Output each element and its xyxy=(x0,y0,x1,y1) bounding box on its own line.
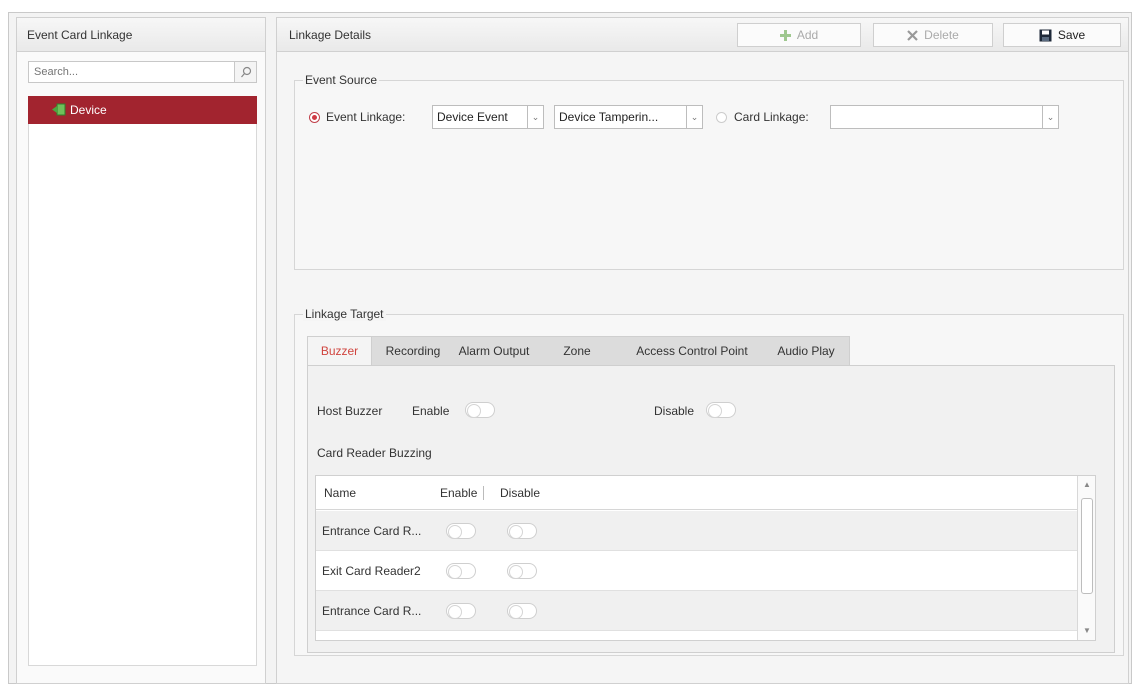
host-disable-label: Disable xyxy=(654,404,695,418)
chevron-down-icon: ⌄ xyxy=(686,106,702,128)
save-icon xyxy=(1039,29,1052,41)
chevron-down-icon: ⌄ xyxy=(527,106,543,128)
save-button[interactable]: Save xyxy=(1003,23,1121,47)
event-type-value: Device Event xyxy=(437,110,508,124)
row-disable-toggle[interactable] xyxy=(507,523,537,539)
linkage-details-panel: Linkage Details Add Delete Save Event So… xyxy=(276,17,1129,684)
left-panel-title: Event Card Linkage xyxy=(17,18,265,52)
row-disable-toggle[interactable] xyxy=(507,603,537,619)
table-header: Name Enable Disable xyxy=(316,476,1078,510)
right-panel-title: Linkage Details xyxy=(289,28,372,42)
host-enable-toggle[interactable] xyxy=(465,402,495,418)
row-enable-toggle[interactable] xyxy=(446,523,476,539)
tab-recording[interactable]: Recording xyxy=(374,337,452,366)
event-value: Device Tamperin... xyxy=(559,110,659,124)
chevron-down-icon: ⌄ xyxy=(1042,106,1058,128)
column-header-disable: Disable xyxy=(500,486,541,500)
search-icon xyxy=(240,66,251,78)
search-input[interactable] xyxy=(29,62,229,82)
save-label: Save xyxy=(1057,28,1086,42)
right-panel-header: Linkage Details Add Delete Save xyxy=(277,18,1128,52)
host-disable-toggle[interactable] xyxy=(706,402,736,418)
delete-button[interactable]: Delete xyxy=(873,23,993,47)
buzzer-tab-content: Host Buzzer Enable Disable Card Reader B… xyxy=(307,365,1115,653)
device-tree xyxy=(28,96,257,666)
delete-label: Delete xyxy=(924,28,959,42)
event-linkage-radio[interactable] xyxy=(309,112,320,123)
table-row[interactable]: Entrance Card R... xyxy=(316,511,1078,551)
row-disable-toggle[interactable] xyxy=(507,563,537,579)
table-row[interactable]: Exit Card Reader2 xyxy=(316,551,1078,591)
event-select[interactable]: Device Tamperin... ⌄ xyxy=(554,105,703,129)
linkage-target-title: Linkage Target xyxy=(303,307,386,321)
scrollbar-thumb[interactable] xyxy=(1081,498,1093,594)
host-buzzer-label: Host Buzzer xyxy=(317,404,383,418)
linkage-target-group: Linkage Target Buzzer Recording Alarm Ou… xyxy=(294,307,1124,656)
column-header-enable: Enable xyxy=(440,486,485,500)
target-tabs: Buzzer Recording Alarm Output Zone Acces… xyxy=(307,336,850,366)
card-reader-buzzing-label: Card Reader Buzzing xyxy=(317,446,432,460)
add-button[interactable]: Add xyxy=(737,23,861,47)
tab-buzzer[interactable]: Buzzer xyxy=(308,337,372,366)
add-label: Add xyxy=(796,28,819,42)
search-button[interactable] xyxy=(234,62,256,82)
column-header-name: Name xyxy=(324,486,357,500)
scroll-up-icon[interactable]: ▲ xyxy=(1078,478,1095,492)
card-linkage-radio[interactable] xyxy=(716,112,727,123)
table-scrollbar[interactable]: ▲ ▼ xyxy=(1077,476,1095,640)
tab-zone[interactable]: Zone xyxy=(554,337,600,366)
delete-icon xyxy=(907,29,918,41)
plus-icon xyxy=(779,29,791,41)
reader-name: Exit Card Reader2 xyxy=(322,564,421,578)
event-card-linkage-panel: Event Card Linkage Device xyxy=(16,17,266,684)
card-reader-table: Name Enable Disable Entrance Card R... E… xyxy=(315,475,1096,641)
host-enable-label: Enable xyxy=(412,404,450,418)
card-linkage-label: Card Linkage: xyxy=(734,110,809,124)
reader-name: Entrance Card R... xyxy=(322,604,422,618)
device-icon xyxy=(52,103,66,116)
tree-item-device[interactable]: Device xyxy=(28,96,257,124)
row-enable-toggle[interactable] xyxy=(446,603,476,619)
event-linkage-label: Event Linkage: xyxy=(326,110,406,124)
scroll-down-icon[interactable]: ▼ xyxy=(1078,624,1095,638)
tree-item-label: Device xyxy=(70,103,107,117)
card-linkage-select[interactable]: ⌄ xyxy=(830,105,1059,129)
event-type-select[interactable]: Device Event ⌄ xyxy=(432,105,544,129)
search-box xyxy=(28,61,257,83)
event-source-title: Event Source xyxy=(303,73,380,87)
tab-access-control-point[interactable]: Access Control Point xyxy=(619,337,765,366)
reader-name: Entrance Card R... xyxy=(322,524,422,538)
tab-audio-play[interactable]: Audio Play xyxy=(766,337,846,366)
row-enable-toggle[interactable] xyxy=(446,563,476,579)
table-row[interactable]: Entrance Card R... xyxy=(316,591,1078,631)
tab-alarm-output[interactable]: Alarm Output xyxy=(452,337,536,366)
event-source-group: Event Source Event Linkage: Device Event… xyxy=(294,73,1124,270)
